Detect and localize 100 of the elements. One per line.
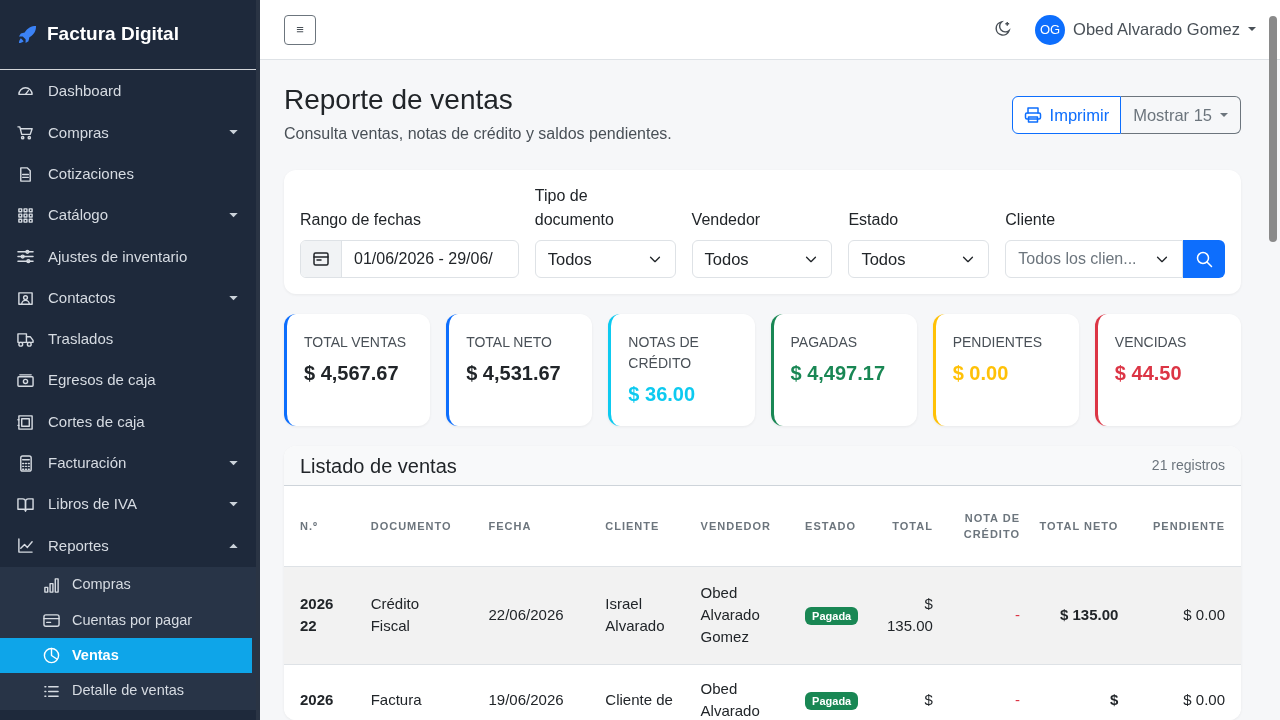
menu-button[interactable]: ≡ — [284, 14, 316, 45]
stat-value: $ 36.00 — [628, 382, 697, 407]
truck-icon — [17, 330, 34, 348]
show-dropdown[interactable]: Mostrar 15 — [1121, 96, 1241, 134]
select-field[interactable]: Todos — [691, 240, 833, 278]
column-header: TOTAL NETO — [1036, 486, 1135, 566]
select-field[interactable]: Todos — [534, 240, 676, 278]
stat-label: TOTAL VENTAS — [304, 333, 408, 352]
table-cell-text: Crédito Fiscal — [370, 594, 421, 636]
document-icon — [17, 165, 34, 183]
sidebar-subitem[interactable]: Compras — [0, 567, 252, 603]
search-button[interactable] — [1183, 240, 1226, 278]
table-cell: 19/06/2026 — [488, 691, 564, 709]
scrollbar[interactable] — [1269, 16, 1277, 242]
caret-icon — [229, 460, 238, 466]
table-cell-text: 2026 — [300, 690, 335, 711]
bar-chart-icon — [43, 576, 60, 594]
filter-label: Tipo de documento — [534, 186, 615, 230]
sidebar-item[interactable]: Reportes — [0, 525, 256, 567]
table-row[interactable]: 2026 Factura 19/06/2026 Cliente de Obed Alvarado Pagada $ - $ $ 0.00 — [284, 664, 1241, 720]
sidebar-item[interactable]: Cotizaciones — [0, 153, 256, 195]
cart-icon — [17, 124, 34, 142]
table-cell-text: $ 135.00 — [886, 594, 933, 636]
stat-label: VENCIDAS — [1114, 333, 1188, 352]
table-row[interactable]: 202622 Crédito Fiscal 22/06/2026 Israel Alvarado Obed Alvarado Gomez Pagada $ 135.00 - $ 135.00 $ 0.00 — [284, 566, 1241, 664]
caret-icon — [229, 130, 238, 136]
sidebar-item[interactable]: Libros de IVA — [0, 483, 256, 526]
table-title: Listado de ventas — [300, 453, 457, 479]
print-button[interactable]: Imprimir — [1011, 96, 1122, 134]
column-header: VENDEDOR — [684, 486, 790, 566]
stat-label: PAGADAS — [790, 333, 859, 352]
table-cell: $ 0.00 — [1183, 606, 1225, 623]
credit-card-icon — [43, 612, 60, 629]
line-chart-icon — [17, 537, 34, 555]
table-cell: - — [1015, 606, 1020, 623]
column-header: TOTAL — [871, 486, 949, 566]
sidebar-item[interactable]: Ajustes de inventario — [0, 236, 256, 278]
stat-value: $ 0.00 — [952, 361, 1010, 386]
stat-value: $ 44.50 — [1114, 361, 1183, 386]
calculator-icon — [17, 454, 34, 472]
book-icon — [17, 496, 34, 514]
select-field[interactable]: Todos — [848, 240, 990, 278]
column-header: NOTA DE CRÉDITO — [948, 486, 1036, 566]
sliders-icon — [17, 248, 34, 266]
caret-icon — [1248, 27, 1256, 32]
sidebar-item[interactable]: Traslados — [0, 318, 256, 361]
caret-icon — [229, 213, 238, 219]
table-cell: $ 0.00 — [1183, 691, 1225, 709]
status-badge: Pagada — [805, 607, 859, 625]
client-select-field[interactable]: Todos los clien... — [1005, 240, 1184, 278]
sidebar-item[interactable]: Egresos de caja — [0, 360, 256, 402]
stat-label: PENDIENTES — [952, 333, 1044, 352]
filter-label: Estado — [848, 210, 900, 230]
caret-icon — [229, 543, 238, 549]
pie-chart-icon — [43, 647, 60, 665]
moon-icon[interactable] — [993, 20, 1013, 39]
filter-label: Vendedor — [691, 210, 762, 230]
table-cell-text: $ — [923, 690, 933, 711]
sidebar-item[interactable]: Contactos — [0, 277, 256, 319]
table-cell: 22/06/2026 — [488, 606, 564, 623]
status-badge: Pagada — [805, 692, 859, 711]
user-menu[interactable]: OG Obed Alvarado Gomez — [1035, 14, 1256, 45]
avatar: OG — [1035, 14, 1066, 45]
caret-icon — [1220, 112, 1228, 118]
sidebar-item[interactable]: Cortes de caja — [0, 401, 256, 443]
stat-label: NOTAS DE CRÉDITO — [628, 333, 700, 373]
filter-label: Rango de fechas — [300, 210, 422, 230]
table-cell: $ 135.00 — [1059, 606, 1119, 623]
sidebar-item[interactable]: Compras — [0, 112, 256, 154]
table-cell-text: Factura — [370, 690, 422, 711]
stat-value: $ 4,497.17 — [790, 361, 887, 386]
sidebar-item[interactable]: Facturación — [0, 442, 256, 484]
sidebar-item[interactable]: Dashboard — [0, 71, 256, 113]
stat-value: $ 4,531.67 — [466, 361, 562, 386]
column-header: FECHA — [472, 486, 590, 566]
sidebar-item[interactable]: Catálogo — [0, 194, 256, 237]
rocket-icon — [18, 25, 37, 44]
search-icon — [1195, 250, 1214, 268]
caret-icon — [229, 295, 238, 301]
column-header: CLIENTE — [589, 486, 685, 566]
contact-card-icon — [17, 289, 34, 307]
table-cell: Obed Alvarado Gomez — [700, 584, 760, 645]
brand-name: Factura Digital — [47, 22, 179, 47]
column-header: ESTADO — [789, 486, 872, 566]
calendar-icon — [312, 250, 330, 268]
page-title: Reporte de ventas — [284, 84, 514, 116]
page-subtitle: Consulta ventas, notas de crédito y saldos pendientes. — [284, 124, 672, 144]
table-cell: - — [1015, 691, 1020, 709]
column-header: DOCUMENTO — [354, 486, 473, 566]
cash-icon — [17, 372, 34, 390]
sidebar-subitem[interactable]: Cuentas por pagar — [0, 602, 252, 639]
caret-icon — [229, 502, 238, 508]
table-cell: Obed Alvarado — [700, 680, 760, 720]
date-range-field[interactable]: 01/06/2026 - 29/06/ — [300, 240, 519, 278]
record-count: 21 registros — [1151, 456, 1225, 475]
stat-value: $ 4,567.67 — [304, 361, 400, 386]
printer-icon — [1023, 106, 1042, 124]
table-cell-text: Cliente de — [605, 690, 673, 711]
sidebar-subitem[interactable]: Detalle de ventas — [0, 673, 252, 709]
safe-icon — [17, 413, 34, 431]
